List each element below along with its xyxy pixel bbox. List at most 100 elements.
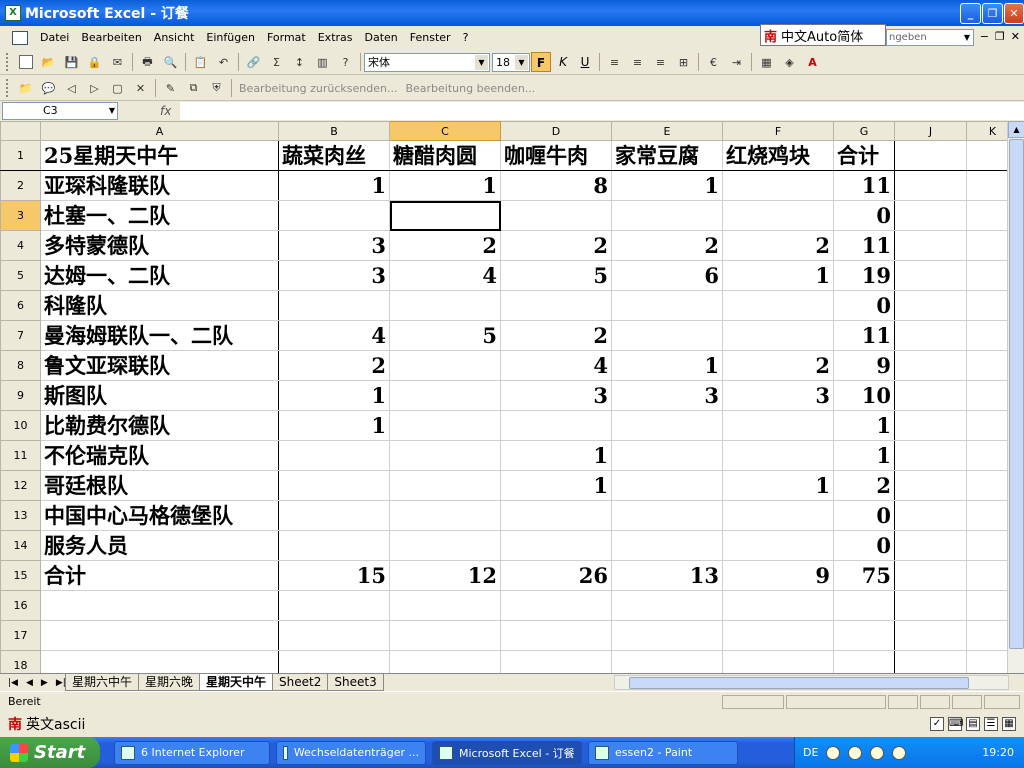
cell-B14[interactable]: [278, 530, 390, 561]
paste-icon[interactable]: 📋: [190, 52, 211, 72]
cell-C8[interactable]: [389, 350, 501, 381]
delete-comment-icon[interactable]: ✕: [130, 78, 151, 98]
comment-next-icon[interactable]: ▷: [84, 78, 105, 98]
cell-F16[interactable]: [722, 590, 834, 621]
cell-A5[interactable]: 达姆一、二队: [40, 260, 279, 291]
cell-A11[interactable]: 不伦瑞克队: [40, 440, 279, 471]
cell-B12[interactable]: [278, 470, 390, 501]
cell-A4[interactable]: 多特蒙德队: [40, 230, 279, 261]
cell-E15[interactable]: 13: [611, 560, 723, 591]
row-header[interactable]: 10: [0, 410, 41, 441]
start-button[interactable]: Start: [0, 737, 100, 768]
align-center-icon[interactable]: ≡: [627, 52, 648, 72]
cell-A17[interactable]: [40, 620, 279, 651]
help-tray-icon[interactable]: [826, 745, 841, 760]
shared-icon[interactable]: ⧉: [183, 78, 204, 98]
cell-J12[interactable]: [894, 470, 967, 501]
cell-D6[interactable]: [500, 290, 612, 321]
cell-G2[interactable]: 11: [833, 170, 895, 201]
task-paint[interactable]: essen2 - Paint: [588, 740, 738, 765]
menu-extras[interactable]: Extras: [312, 28, 359, 47]
cell-D1[interactable]: 咖喱牛肉: [500, 140, 612, 171]
horizontal-scrollbar[interactable]: [614, 675, 1009, 690]
cell-G10[interactable]: 1: [833, 410, 895, 441]
ime-popup[interactable]: 南 中文Auto简体: [760, 24, 886, 46]
row-header[interactable]: 5: [0, 260, 41, 291]
cell-F4[interactable]: 2: [722, 230, 834, 261]
cell-J13[interactable]: [894, 500, 967, 531]
menu-datei[interactable]: Datei: [34, 28, 75, 47]
sheet-tab[interactable]: 星期六晚: [138, 674, 201, 691]
language-indicator[interactable]: DE: [803, 746, 818, 759]
cell-B9[interactable]: 1: [278, 380, 390, 411]
row-header[interactable]: 4: [0, 230, 41, 261]
folder-icon[interactable]: 📁: [15, 78, 36, 98]
cell-E1[interactable]: 家常豆腐: [611, 140, 723, 171]
cell-F5[interactable]: 1: [722, 260, 834, 291]
cell-C9[interactable]: [389, 380, 501, 411]
cell-C6[interactable]: [389, 290, 501, 321]
comment-prev-icon[interactable]: ◁: [61, 78, 82, 98]
cell-D8[interactable]: 4: [500, 350, 612, 381]
cell-J17[interactable]: [894, 620, 967, 651]
open-icon[interactable]: 📂: [38, 52, 59, 72]
cell-G1[interactable]: 合计: [833, 140, 895, 171]
chart-icon[interactable]: ▥: [312, 52, 333, 72]
cell-D10[interactable]: [500, 410, 612, 441]
formula-input[interactable]: [180, 102, 1024, 120]
cell-C16[interactable]: [389, 590, 501, 621]
cell-F6[interactable]: [722, 290, 834, 321]
menu-einfuegen[interactable]: Einfügen: [200, 28, 261, 47]
cell-A15[interactable]: 合计: [40, 560, 279, 591]
cell-E11[interactable]: [611, 440, 723, 471]
cell-A18[interactable]: [40, 650, 279, 673]
row-header[interactable]: 17: [0, 620, 41, 651]
cell-B13[interactable]: [278, 500, 390, 531]
column-header[interactable]: C: [389, 121, 501, 141]
cell-C3[interactable]: [389, 200, 501, 231]
bold-button[interactable]: F: [531, 52, 551, 72]
cell-B3[interactable]: [278, 200, 390, 231]
maximize-button[interactable]: ❐: [982, 3, 1003, 24]
protect-icon[interactable]: ⛨: [206, 78, 227, 98]
column-header[interactable]: F: [722, 121, 834, 141]
cell-C12[interactable]: [389, 470, 501, 501]
prev-tab-icon[interactable]: ◀: [26, 678, 33, 688]
cell-A8[interactable]: 鲁文亚琛联队: [40, 350, 279, 381]
row-header[interactable]: 15: [0, 560, 41, 591]
cell-E3[interactable]: [611, 200, 723, 231]
column-header[interactable]: G: [833, 121, 895, 141]
cell-E17[interactable]: [611, 620, 723, 651]
cell-J10[interactable]: [894, 410, 967, 441]
save-icon[interactable]: 💾: [61, 52, 82, 72]
cell-G14[interactable]: 0: [833, 530, 895, 561]
task-removable-drive[interactable]: Wechseldatenträger ...: [276, 740, 426, 765]
document-icon[interactable]: [12, 30, 28, 45]
chevron-down-icon[interactable]: ▼: [109, 103, 115, 119]
autosum-icon[interactable]: Σ: [266, 52, 287, 72]
undo-icon[interactable]: ↶: [213, 52, 234, 72]
ime-keyboard-icon[interactable]: ⌨: [948, 717, 963, 731]
cell-A7[interactable]: 曼海姆联队一、二队: [40, 320, 279, 351]
cell-E6[interactable]: [611, 290, 723, 321]
row-header[interactable]: 2: [0, 170, 41, 201]
email-icon[interactable]: ✉: [107, 52, 128, 72]
cell-B7[interactable]: 4: [278, 320, 390, 351]
cell-J5[interactable]: [894, 260, 967, 291]
cell-E8[interactable]: 1: [611, 350, 723, 381]
row-header[interactable]: 18: [0, 650, 41, 673]
reply-with-changes-button[interactable]: Bearbeitung zurücksenden...: [239, 82, 397, 95]
scroll-up-icon[interactable]: ▲: [1008, 121, 1024, 138]
cell-G11[interactable]: 1: [833, 440, 895, 471]
ime-logo-icon[interactable]: 南: [8, 714, 22, 734]
cell-F3[interactable]: [722, 200, 834, 231]
cell-A13[interactable]: 中国中心马格德堡队: [40, 500, 279, 531]
cell-F10[interactable]: [722, 410, 834, 441]
title-bar[interactable]: X Microsoft Excel - 订餐 _ ❐ ✕: [0, 0, 1024, 26]
cell-D3[interactable]: [500, 200, 612, 231]
row-header[interactable]: 1: [0, 140, 41, 171]
doc-restore-button[interactable]: ❐: [995, 30, 1005, 43]
cell-C7[interactable]: 5: [389, 320, 501, 351]
cell-B8[interactable]: 2: [278, 350, 390, 381]
cell-C18[interactable]: [389, 650, 501, 673]
